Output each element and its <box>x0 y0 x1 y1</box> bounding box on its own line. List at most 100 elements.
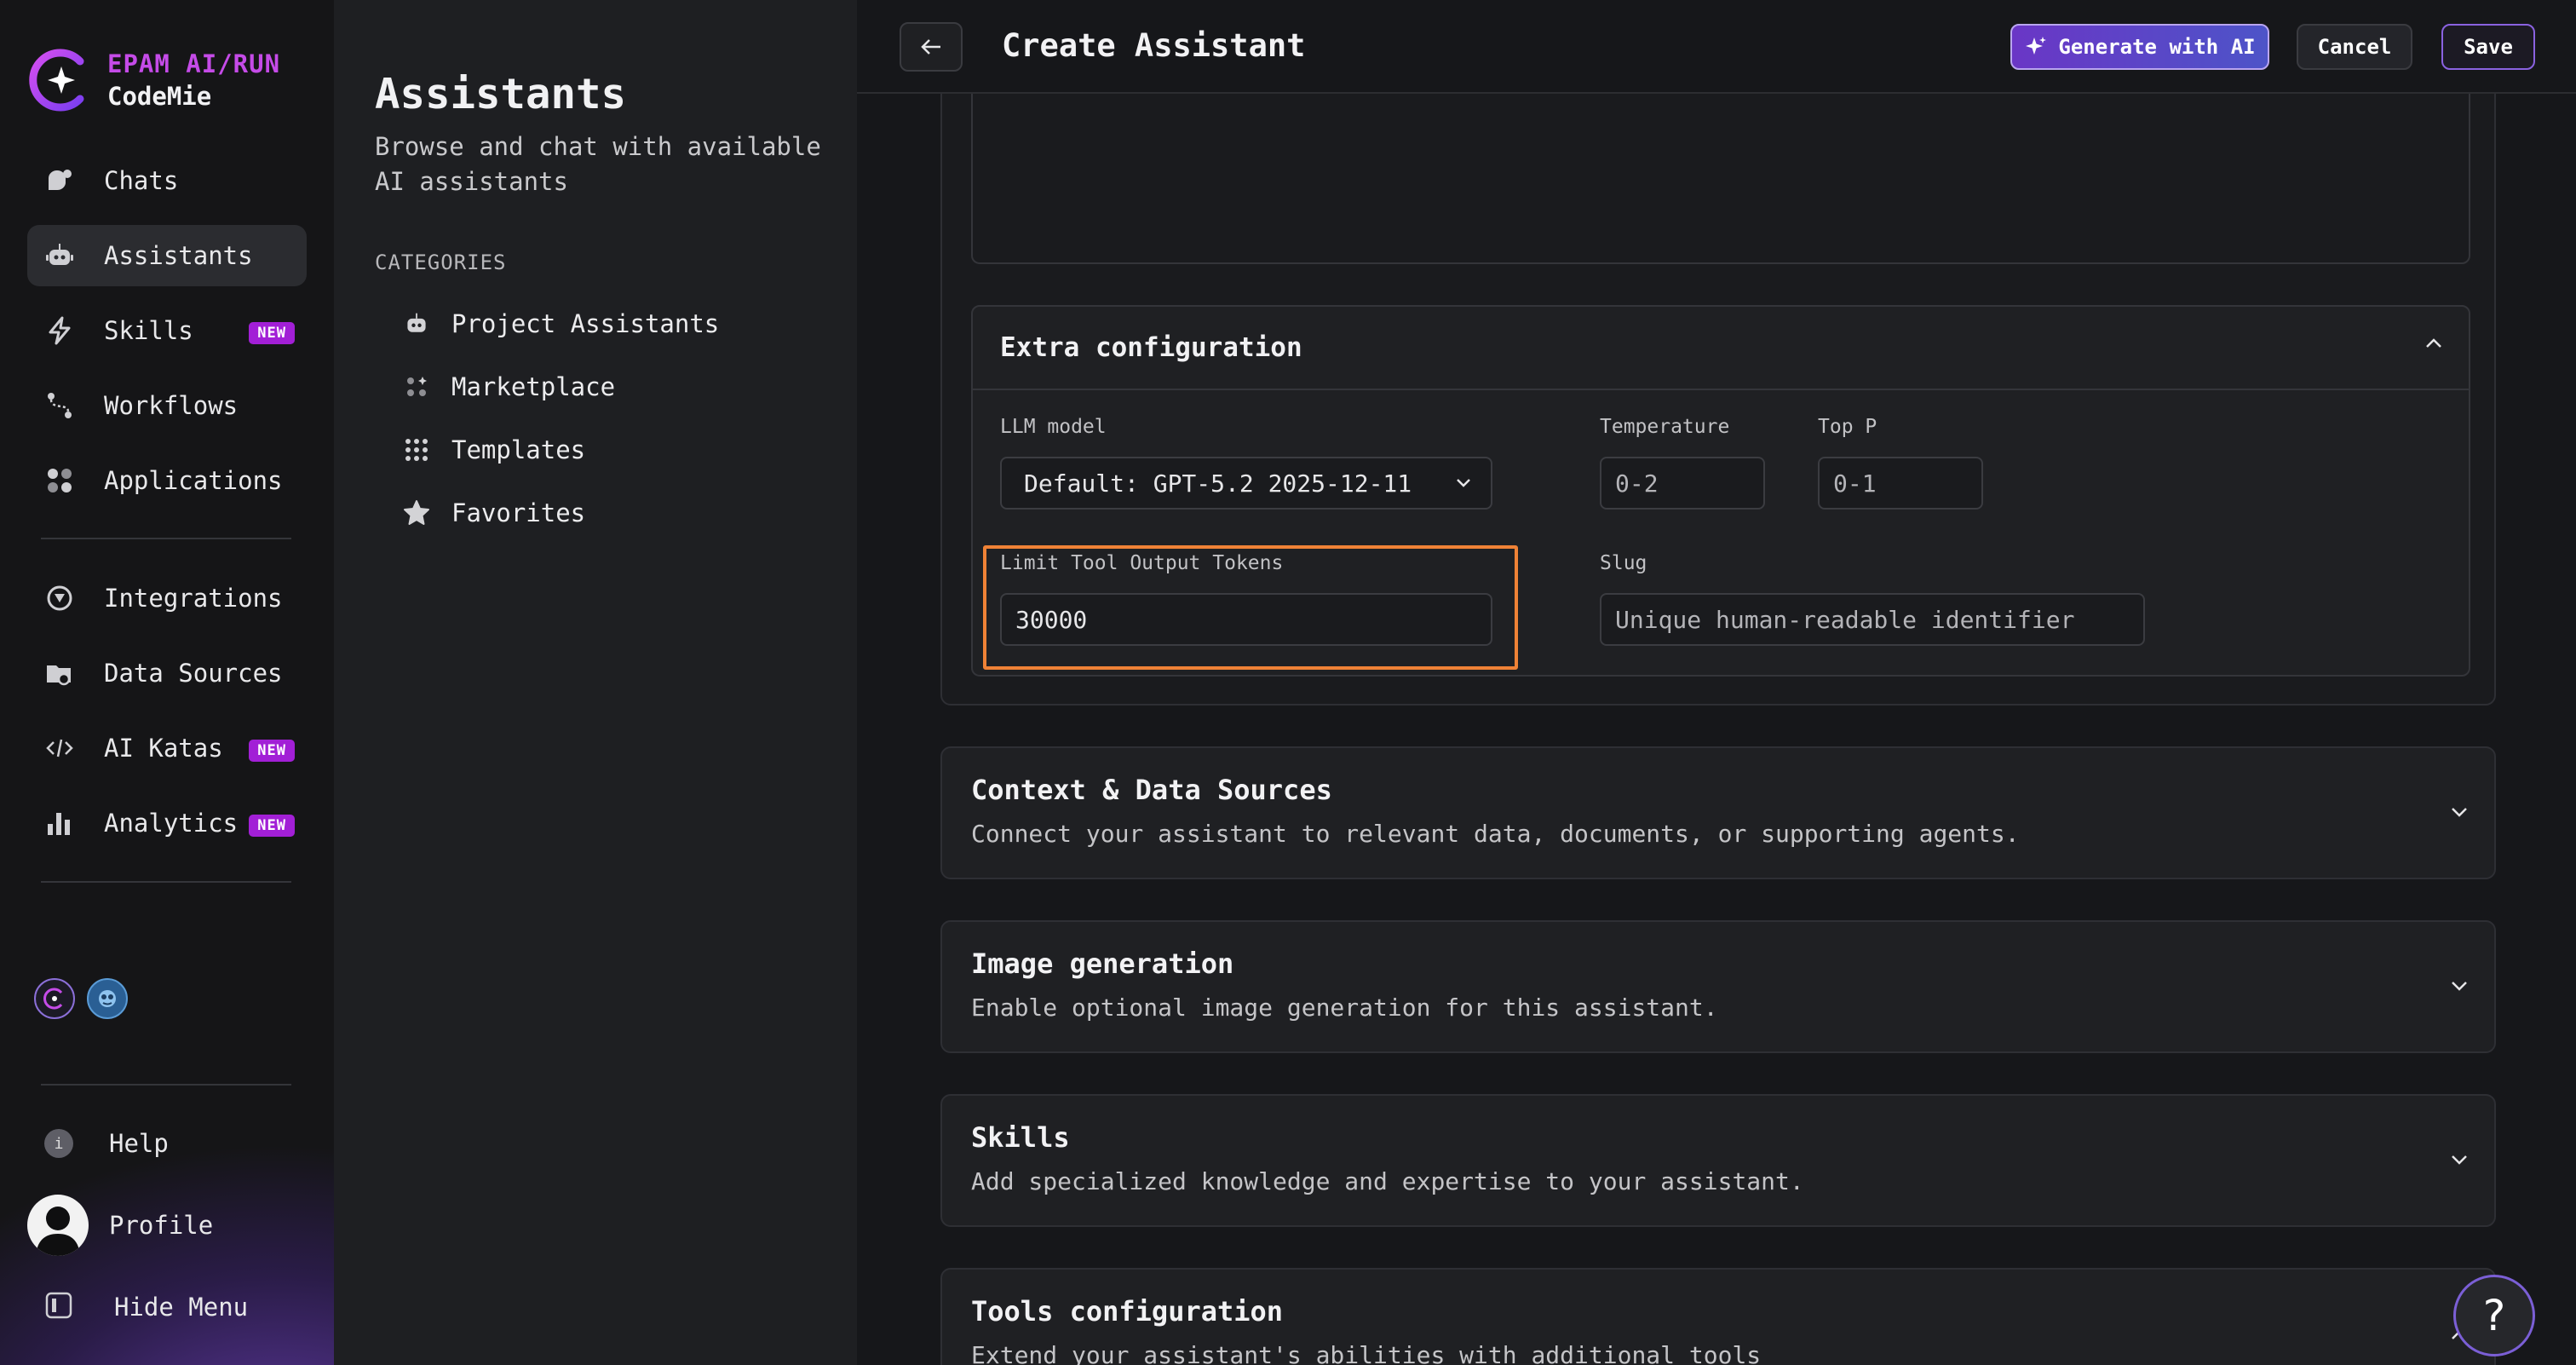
new-badge: NEW <box>249 740 295 762</box>
profile-label: Profile <box>109 1211 214 1240</box>
category-label: Favorites <box>451 498 586 527</box>
category-marketplace[interactable]: Marketplace <box>402 366 615 407</box>
nav-label: Assistants <box>104 241 253 270</box>
section-title: Tools configuration <box>971 1295 1284 1328</box>
chevron-down-icon <box>2452 1155 2467 1165</box>
nav-item-ai-katas[interactable]: AI Katas NEW <box>27 717 307 779</box>
nav-label: Integrations <box>104 584 283 613</box>
nav-item-data-sources[interactable]: Data Sources <box>27 642 307 704</box>
extra-configuration-header[interactable]: Extra configuration <box>973 307 2469 390</box>
extra-configuration-card: Extra configuration LLM model Default: G… <box>971 305 2470 677</box>
data-sources-icon <box>44 658 75 688</box>
nav-label: AI Katas <box>104 734 223 763</box>
robot-icon <box>44 240 75 271</box>
categories-heading: CATEGORIES <box>375 251 507 274</box>
chevron-down-icon <box>1457 479 1470 487</box>
section-description: Connect your assistant to relevant data,… <box>971 820 2020 848</box>
codemie-mini-icon[interactable] <box>34 978 75 1019</box>
section-context-data-sources[interactable]: Context & Data Sources Connect your assi… <box>940 746 2496 879</box>
generate-label: Generate with AI <box>2058 35 2256 59</box>
assistants-panel: Assistants Browse and chat with availabl… <box>334 0 857 1365</box>
help-link[interactable]: i Help <box>27 1113 307 1174</box>
temperature-label: Temperature <box>1600 416 1730 438</box>
section-description: Enable optional image generation for thi… <box>971 994 1718 1022</box>
assistant-avatar-icon[interactable] <box>87 978 128 1019</box>
top-p-label: Top P <box>1818 416 1877 438</box>
brand-line1: EPAM AI/RUN <box>107 49 281 78</box>
nav-item-applications[interactable]: Applications <box>27 450 307 511</box>
section-skills[interactable]: Skills Add specialized knowledge and exp… <box>940 1094 2496 1227</box>
category-label: Project Assistants <box>451 309 720 338</box>
category-favorites[interactable]: Favorites <box>402 492 585 533</box>
brand-line2: CodeMie <box>107 82 212 111</box>
sidebar-toggle-icon <box>44 1291 73 1323</box>
section-description: Add specialized knowledge and expertise … <box>971 1167 1804 1195</box>
nav-label: Chats <box>104 166 179 195</box>
help-label: Help <box>109 1129 169 1158</box>
back-button[interactable] <box>900 22 963 72</box>
llm-model-label: LLM model <box>1000 416 1107 438</box>
limit-tool-output-tokens-input[interactable]: 30000 <box>1000 593 1492 646</box>
panel-title: Assistants <box>375 70 627 118</box>
limit-tool-output-tokens-label: Limit Tool Output Tokens <box>1000 552 1284 574</box>
section-image-generation[interactable]: Image generation Enable optional image g… <box>940 920 2496 1053</box>
temperature-input[interactable]: 0-2 <box>1600 457 1765 510</box>
llm-model-select[interactable]: Default: GPT-5.2 2025-12-11 <box>1000 457 1492 510</box>
save-button[interactable]: Save <box>2441 24 2535 70</box>
nav-label: Applications <box>104 466 283 495</box>
integrations-icon <box>44 583 75 613</box>
page-header: Create Assistant Generate with AI Cancel… <box>857 0 2576 94</box>
top-p-input[interactable]: 0-1 <box>1818 457 1983 510</box>
nav-label: Skills <box>104 316 193 345</box>
cancel-button[interactable]: Cancel <box>2297 24 2412 70</box>
section-title: Context & Data Sources <box>971 774 1332 806</box>
section-tools-configuration[interactable]: Tools configuration Extend your assistan… <box>940 1268 2496 1365</box>
hide-menu-button[interactable]: Hide Menu <box>27 1276 307 1338</box>
category-label: Templates <box>451 435 586 464</box>
section-title: Skills <box>971 1121 1070 1154</box>
chevron-up-icon <box>2426 338 2441 348</box>
star-icon <box>402 498 431 527</box>
sparkle-icon <box>2026 37 2047 55</box>
profile-link[interactable]: Profile <box>27 1195 307 1256</box>
quick-app-icons <box>34 978 128 1019</box>
extra-configuration-title: Extra configuration <box>1000 332 1302 363</box>
panel-subtitle: Browse and chat with available AI assist… <box>375 132 821 196</box>
nav-divider <box>41 538 291 539</box>
marketplace-icon <box>402 372 431 401</box>
generate-with-ai-button[interactable]: Generate with AI <box>2010 24 2269 70</box>
chats-icon <box>44 165 75 196</box>
arrow-left-icon <box>921 39 940 55</box>
nav-label: Workflows <box>104 391 239 420</box>
nav-item-assistants[interactable]: Assistants <box>27 225 307 286</box>
apps-icon <box>44 465 75 496</box>
nav-item-workflows[interactable]: Workflows <box>27 375 307 436</box>
nav-label: Analytics <box>104 809 239 838</box>
nav-item-chats[interactable]: Chats <box>27 150 307 211</box>
nav-item-integrations[interactable]: Integrations <box>27 567 307 629</box>
info-icon: i <box>44 1129 73 1158</box>
lightning-icon <box>44 315 75 346</box>
avatar <box>27 1195 89 1256</box>
grid-icon <box>402 435 431 464</box>
llm-model-value: Default: GPT-5.2 2025-12-11 <box>1024 469 1412 498</box>
slug-input[interactable]: Unique human-readable identifier <box>1600 593 2145 646</box>
nav-item-analytics[interactable]: Analytics NEW <box>27 792 307 854</box>
category-templates[interactable]: Templates <box>402 429 585 470</box>
main-navigation: EPAM AI/RUN CodeMie Chats Assistants Ski… <box>0 0 334 1365</box>
robot-icon <box>402 309 431 338</box>
help-fab-button[interactable]: ? <box>2453 1275 2535 1356</box>
new-badge: NEW <box>249 815 295 837</box>
brand-logo[interactable]: EPAM AI/RUN CodeMie <box>27 46 280 114</box>
nav-label: Data Sources <box>104 659 283 688</box>
section-description: Extend your assistant's abilities with a… <box>971 1341 1762 1365</box>
nav-divider <box>41 1084 291 1086</box>
category-label: Marketplace <box>451 372 616 401</box>
category-project-assistants[interactable]: Project Assistants <box>402 303 719 344</box>
slug-label: Slug <box>1600 552 1647 574</box>
create-assistant-page: Extra configuration LLM model Default: G… <box>857 0 2576 1365</box>
code-icon <box>44 733 75 763</box>
hide-menu-label: Hide Menu <box>114 1293 249 1322</box>
nav-item-skills[interactable]: Skills NEW <box>27 300 307 361</box>
chevron-down-icon <box>2452 808 2467 817</box>
